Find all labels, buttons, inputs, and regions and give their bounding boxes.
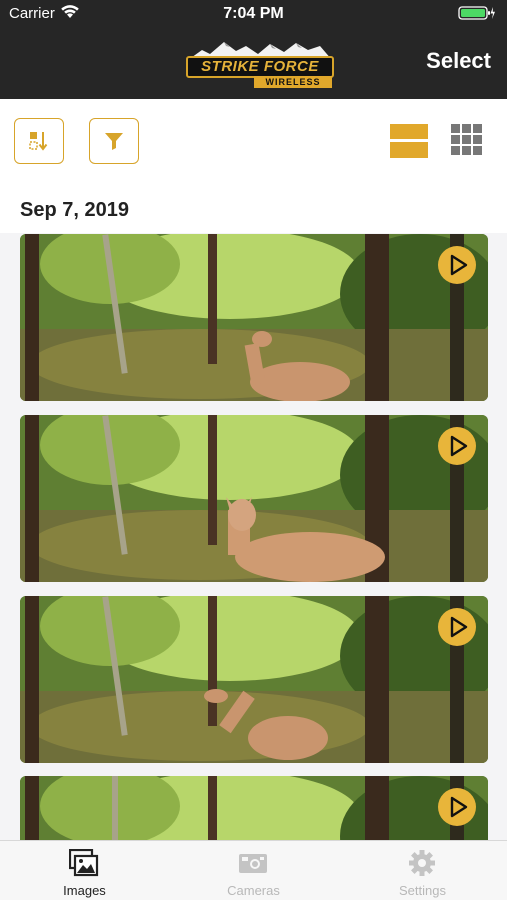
sort-button[interactable]	[14, 118, 64, 164]
trail-camera-photo	[20, 415, 488, 582]
logo-subtitle: WIRELESS	[254, 76, 332, 88]
image-card[interactable]	[20, 596, 488, 763]
status-time: 7:04 PM	[223, 5, 284, 22]
list-view-icon[interactable]	[390, 124, 428, 158]
tab-images[interactable]: Images	[0, 841, 169, 900]
image-list[interactable]	[0, 233, 507, 840]
top-bar: Carrier 7:04 PM STRIKE FORCE WIRELESS Se…	[0, 0, 507, 99]
date-label: Sep 7, 2019	[20, 199, 129, 221]
camera-icon	[239, 854, 267, 873]
select-button[interactable]: Select	[426, 48, 491, 74]
tab-label: Images	[63, 883, 106, 898]
play-button[interactable]	[438, 427, 476, 465]
gear-icon	[409, 850, 435, 876]
filter-icon	[105, 133, 123, 150]
toolbar	[0, 99, 507, 183]
play-icon	[450, 254, 468, 276]
image-card[interactable]	[20, 415, 488, 582]
battery-icon	[458, 6, 495, 20]
tab-settings[interactable]: Settings	[338, 841, 507, 900]
grid-view-icon[interactable]	[451, 124, 483, 156]
date-section-header: Sep 7, 2019	[0, 183, 507, 233]
trail-camera-photo	[20, 234, 488, 401]
trail-camera-photo	[20, 776, 488, 840]
play-button[interactable]	[438, 608, 476, 646]
play-icon	[450, 435, 468, 457]
filter-button[interactable]	[89, 118, 139, 164]
image-card[interactable]	[20, 234, 488, 401]
trail-camera-photo	[20, 596, 488, 763]
play-icon	[450, 616, 468, 638]
play-button[interactable]	[438, 788, 476, 826]
tab-label: Settings	[399, 883, 446, 898]
logo-title: STRIKE FORCE	[186, 56, 334, 78]
play-icon	[450, 796, 468, 818]
images-icon	[69, 849, 99, 877]
sort-icon	[29, 132, 48, 151]
app-window: Carrier 7:04 PM STRIKE FORCE WIRELESS Se…	[0, 0, 507, 900]
tab-bar: Images Cameras Settings	[0, 840, 507, 900]
image-card[interactable]	[20, 776, 488, 840]
play-button[interactable]	[438, 246, 476, 284]
strike-force-logo: STRIKE FORCE WIRELESS	[186, 40, 334, 90]
tab-cameras[interactable]: Cameras	[169, 841, 338, 900]
tab-label: Cameras	[227, 883, 280, 898]
